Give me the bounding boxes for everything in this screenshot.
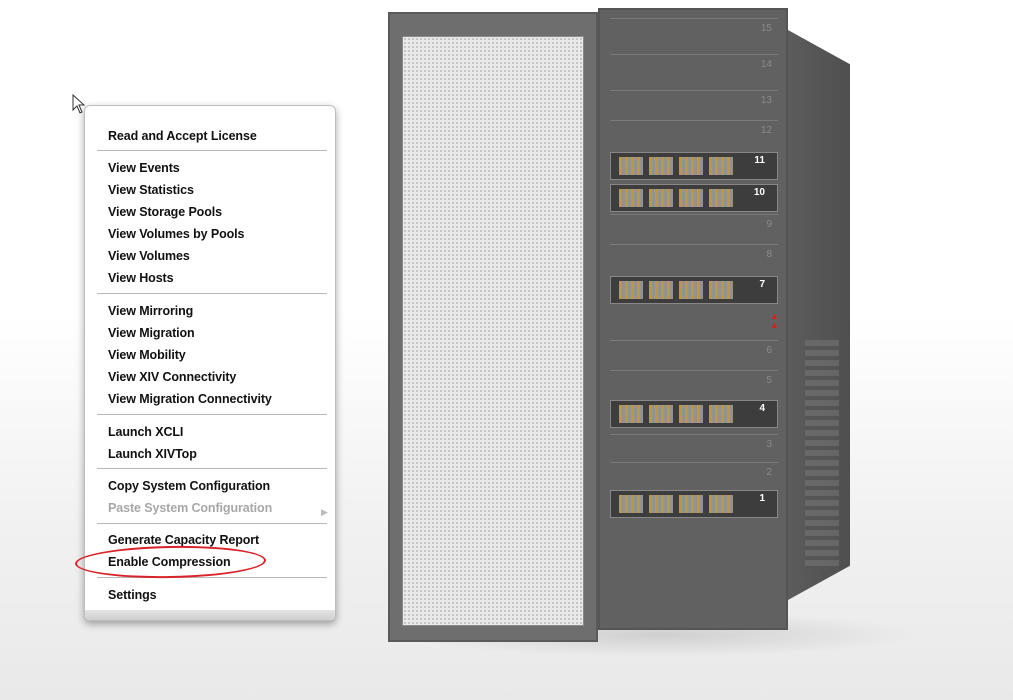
menu-item-view-volumes-by-pools[interactable]: View Volumes by Pools — [108, 224, 244, 244]
menu-item-copy-system-configuration[interactable]: Copy System Configuration — [108, 476, 270, 496]
menu-item-read-and-accept-license[interactable]: Read and Accept License — [108, 126, 257, 146]
alert-led-icon: ▲ — [770, 320, 779, 330]
slot-number: 3 — [766, 439, 772, 450]
slot-number: 5 — [766, 375, 772, 386]
menu-item-view-storage-pools[interactable]: View Storage Pools — [108, 202, 222, 222]
slot-number: 14 — [760, 59, 772, 70]
slot-number: 6 — [766, 345, 772, 356]
menu-item-launch-xcli[interactable]: Launch XCLI — [108, 422, 183, 442]
menu-separator — [97, 523, 327, 524]
rack-slot: 8 — [610, 244, 778, 280]
brand-logo-icon — [805, 340, 839, 570]
menu-item-view-migration-connectivity[interactable]: View Migration Connectivity — [108, 389, 272, 409]
storage-module[interactable]: 1 — [610, 490, 778, 518]
menu-separator — [97, 414, 327, 415]
storage-module[interactable]: 7 — [610, 276, 778, 304]
menu-item-view-events[interactable]: View Events — [108, 158, 180, 178]
menu-separator — [97, 293, 327, 294]
slot-number: 15 — [760, 23, 772, 34]
storage-module[interactable]: 4 — [610, 400, 778, 428]
slot-number: 9 — [766, 219, 772, 230]
submenu-arrow-icon: ▶ — [321, 507, 328, 517]
storage-module[interactable]: 11 — [610, 152, 778, 180]
menu-separator — [97, 150, 327, 151]
module-number: 11 — [754, 155, 765, 166]
menu-separator — [97, 468, 327, 469]
slot-number: 2 — [766, 467, 772, 478]
alert-led-icon: ▲ — [770, 311, 779, 321]
menu-item-view-statistics[interactable]: View Statistics — [108, 180, 194, 200]
menu-item-view-volumes[interactable]: View Volumes — [108, 246, 190, 266]
slot-number: 12 — [760, 125, 772, 136]
menu-item-view-hosts[interactable]: View Hosts — [108, 268, 174, 288]
menu-item-settings[interactable]: Settings — [108, 585, 157, 605]
rack-door — [388, 12, 598, 642]
rack-slot: 14 — [610, 54, 778, 90]
menu-item-launch-xivtop[interactable]: Launch XIVTop — [108, 444, 197, 464]
module-number: 4 — [759, 403, 765, 414]
rack-cabinet: 15 14 13 12 11 10 9 8 7 6 5 4 3 2 1 — [598, 8, 788, 630]
menu-footer — [85, 610, 335, 620]
menu-item-view-mirroring[interactable]: View Mirroring — [108, 301, 193, 321]
menu-item-view-mobility[interactable]: View Mobility — [108, 345, 186, 365]
menu-item-paste-system-configuration: Paste System Configuration — [108, 501, 273, 515]
storage-module[interactable]: 10 — [610, 184, 778, 212]
menu-item-view-xiv-connectivity[interactable]: View XIV Connectivity — [108, 367, 236, 387]
slot-number: 8 — [766, 249, 772, 260]
module-number: 1 — [759, 493, 765, 504]
module-number: 7 — [759, 279, 765, 290]
storage-rack-image: 15 14 13 12 11 10 9 8 7 6 5 4 3 2 1 ▲ ▲ — [380, 0, 940, 700]
slot-number: 13 — [760, 95, 772, 106]
rack-door-mesh — [402, 36, 584, 626]
context-menu: Read and Accept License View Events View… — [84, 105, 336, 621]
rack-slot: 15 — [610, 18, 778, 54]
rack-slot: 12 — [610, 120, 778, 156]
menu-item-view-migration[interactable]: View Migration — [108, 323, 195, 343]
module-number: 10 — [753, 187, 765, 198]
